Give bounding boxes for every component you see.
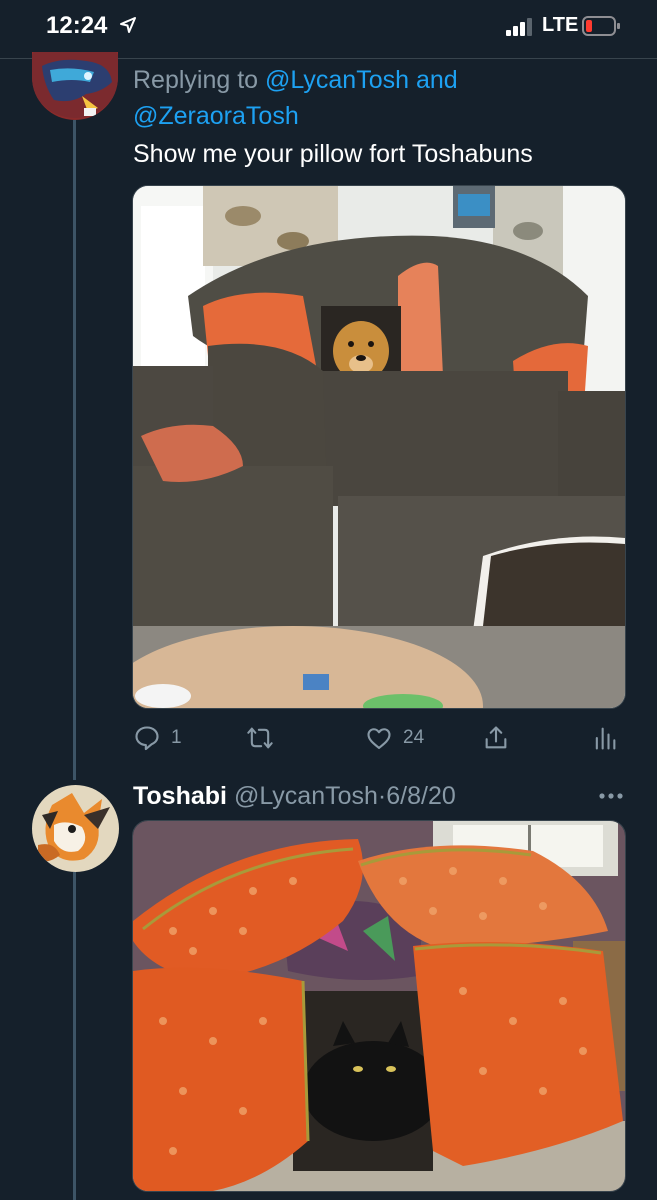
display-name[interactable]: Toshabi xyxy=(133,782,227,810)
user-handle[interactable]: @LycanTosh xyxy=(234,782,378,810)
location-arrow-icon xyxy=(120,17,136,33)
like-button[interactable]: 24 xyxy=(365,718,424,758)
analytics-icon xyxy=(595,727,616,750)
mention-link[interactable]: @ZeraoraTosh xyxy=(133,102,299,130)
reply-icon xyxy=(135,726,159,751)
signal-icon xyxy=(506,18,532,36)
separator: · xyxy=(377,782,387,810)
share-button[interactable] xyxy=(482,718,510,758)
more-options-icon[interactable] xyxy=(598,786,624,806)
reply-count: 1 xyxy=(171,727,182,748)
reply-button[interactable]: 1 xyxy=(133,718,182,758)
replying-to-line: Replying to @LycanTosh and @ZeraoraTosh xyxy=(133,62,613,134)
battery-icon xyxy=(582,16,620,36)
status-time: 12:24 xyxy=(46,12,108,39)
reply-prefix: Replying to xyxy=(133,66,259,94)
like-count: 24 xyxy=(403,727,425,748)
mention-link[interactable]: @LycanTosh xyxy=(265,66,409,94)
analytics-button[interactable] xyxy=(591,718,619,758)
retweet-icon xyxy=(247,727,273,749)
mention-conjunction: and xyxy=(415,66,458,94)
thread-line xyxy=(73,120,76,780)
thread-line xyxy=(73,872,76,1200)
tweet-header: Toshabi @LycanTosh·6/8/20 xyxy=(133,782,456,811)
share-icon xyxy=(485,726,507,749)
network-type: LTE xyxy=(542,14,579,36)
tweet-date[interactable]: 6/8/20 xyxy=(386,782,456,810)
retweet-button[interactable] xyxy=(246,718,284,758)
avatar[interactable] xyxy=(32,52,118,120)
heart-icon xyxy=(367,728,391,749)
tweet-actions: 1 24 xyxy=(133,718,625,758)
tweet-text: Show me your pillow fort Toshabuns xyxy=(133,140,533,168)
tweet-image[interactable] xyxy=(132,820,626,1192)
avatar[interactable] xyxy=(32,785,119,872)
status-bar: 12:24 LTE xyxy=(0,0,657,56)
tweet-image[interactable] xyxy=(132,185,626,709)
